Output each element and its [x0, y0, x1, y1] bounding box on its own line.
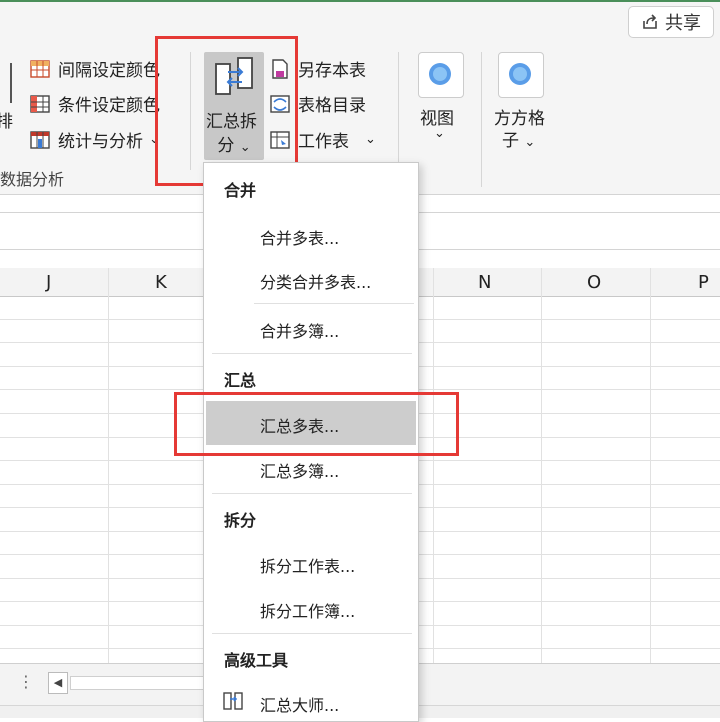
column-gridline: [541, 268, 542, 663]
worksheet-label: 工作表: [298, 132, 349, 152]
grid-label-line2: 子: [502, 131, 519, 151]
menu-section-split: 拆分: [224, 511, 257, 530]
share-label: 共享: [665, 13, 701, 34]
stats-table-icon: [30, 130, 50, 149]
menu-section-advanced: 高级工具: [224, 651, 289, 670]
left-edge-button[interactable]: 排: [0, 55, 14, 135]
square-grid-button[interactable]: 方方格 子 ⌄: [492, 52, 552, 152]
column-header-p[interactable]: P: [698, 272, 709, 293]
column-gridline: [108, 268, 109, 663]
group-label: 数据分析: [0, 170, 65, 189]
column-gridline: [433, 268, 434, 663]
grid-color-icon: [30, 59, 50, 78]
horizontal-scrollbar[interactable]: [70, 676, 210, 690]
circle-button-icon: [509, 63, 531, 85]
condition-color-button[interactable]: 条件设定颜色: [30, 91, 160, 116]
menu-divider: [254, 303, 414, 304]
interval-color-label: 间隔设定颜色: [58, 61, 160, 81]
menu-item-summary-master[interactable]: 汇总大师...: [222, 689, 412, 717]
stats-analysis-button[interactable]: 统计与分析 ⌄: [30, 127, 160, 152]
highlight-box: [174, 392, 459, 456]
menu-item-summary-multi-books[interactable]: 汇总多簿...: [260, 458, 339, 482]
menu-divider: [212, 493, 412, 494]
left-edge-frame: [0, 63, 12, 103]
menu-section-summary: 汇总: [224, 371, 257, 390]
share-button[interactable]: 共享: [628, 6, 714, 38]
menu-divider: [212, 353, 412, 354]
menu-section-merge: 合并: [224, 181, 257, 200]
ribbon-divider: [481, 52, 482, 187]
circle-button-icon: [429, 63, 451, 85]
menu-divider: [212, 633, 412, 634]
chevron-down-icon: ⌄: [365, 132, 376, 147]
summary-master-icon: [223, 692, 243, 710]
chevron-down-icon: ⌄: [524, 135, 536, 150]
menu-item-summary-master-label: 汇总大师...: [260, 696, 340, 715]
condition-grid-icon: [30, 94, 50, 113]
column-header-k[interactable]: K: [155, 272, 167, 293]
left-edge-label: 排: [0, 112, 13, 132]
menu-item-split-workbook[interactable]: 拆分工作簿...: [260, 598, 355, 622]
ribbon-top-border: [0, 0, 720, 2]
scroll-left-button[interactable]: ◀: [48, 672, 68, 694]
table-index-label: 表格目录: [298, 96, 366, 116]
chevron-down-icon: ⌄: [434, 126, 445, 141]
ribbon-divider: [398, 52, 399, 170]
share-icon: [643, 14, 657, 29]
more-options-icon[interactable]: ⋮: [18, 672, 34, 691]
column-header-o[interactable]: O: [587, 272, 601, 293]
condition-color-label: 条件设定颜色: [58, 96, 160, 116]
menu-item-merge-multi-books[interactable]: 合并多簿...: [260, 318, 339, 342]
save-table-label: 另存本表: [298, 61, 366, 81]
menu-item-split-worksheet[interactable]: 拆分工作表...: [260, 553, 355, 577]
column-header-j[interactable]: J: [46, 272, 51, 293]
column-header-n[interactable]: N: [478, 272, 491, 293]
interval-color-button[interactable]: 间隔设定颜色: [30, 56, 160, 81]
stats-analysis-label: 统计与分析: [58, 132, 143, 152]
grid-label-row: 子 ⌄: [502, 126, 535, 151]
view-button[interactable]: 视图 ⌄: [414, 52, 466, 152]
menu-item-category-merge[interactable]: 分类合并多表...: [260, 269, 371, 293]
column-gridline: [650, 268, 651, 663]
menu-item-merge-multi-sheets[interactable]: 合并多表...: [260, 225, 339, 249]
